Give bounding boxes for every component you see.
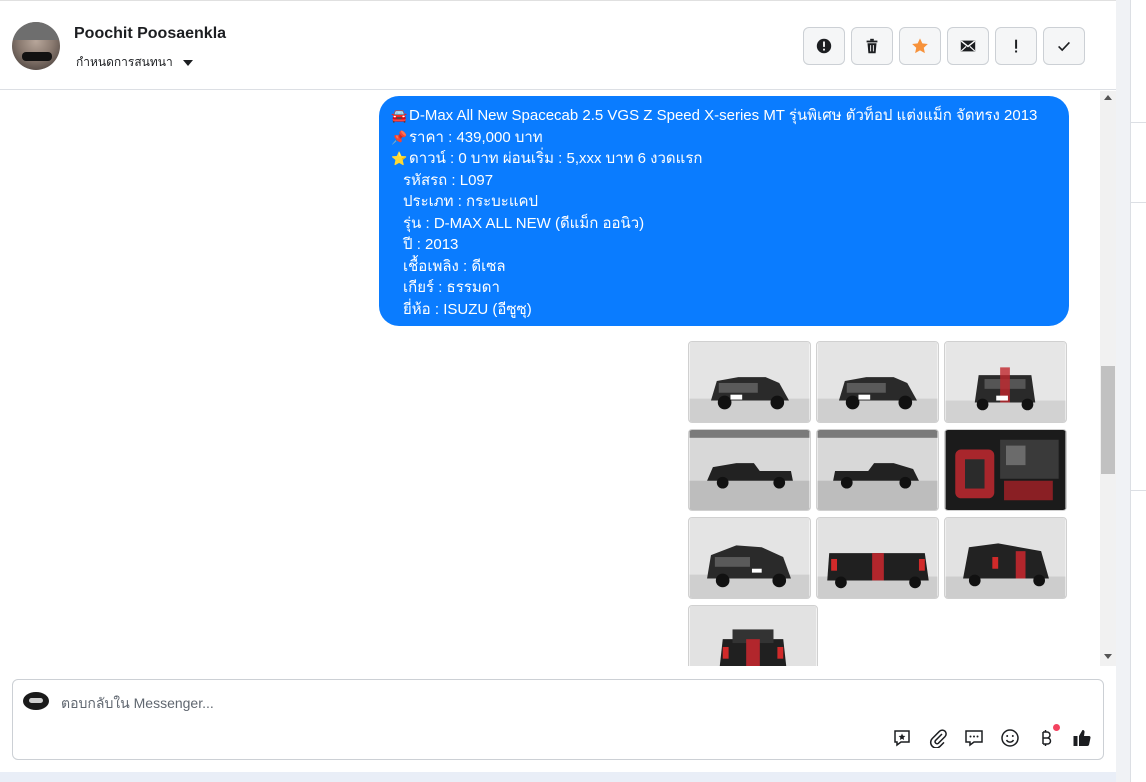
star-icon: ⭐: [391, 151, 408, 166]
thumbs-up-icon: [1073, 730, 1091, 746]
emoji-icon: [1001, 729, 1019, 747]
emoji-button[interactable]: [999, 727, 1021, 749]
quick-replies-button[interactable]: [963, 727, 985, 749]
car-photo[interactable]: [944, 429, 1067, 511]
mail-icon: [960, 40, 976, 52]
baht-payment-icon: [1042, 730, 1052, 746]
scrollbar-thumb[interactable]: [1101, 366, 1115, 474]
attachment-button[interactable]: [927, 727, 949, 749]
car-photo[interactable]: [944, 517, 1067, 599]
report-spam-button[interactable]: [803, 27, 845, 65]
conversation-settings-label: กำหนดการสนทนา: [76, 55, 173, 69]
caret-down-icon: [182, 59, 193, 66]
payment-button[interactable]: [1035, 724, 1060, 749]
inbox-conversation-panel: Poochit Poosaenkla กำหนดการสนทนา 🚘 D-Max…: [0, 0, 1116, 772]
saved-reply-button[interactable]: [891, 727, 913, 749]
right-side-panel: [1116, 0, 1146, 782]
alert-circle-icon: [816, 38, 832, 54]
reply-composer: [12, 679, 1104, 760]
star-icon: [912, 38, 928, 54]
message-bubble[interactable]: 🚘 D-Max All New Spacecab 2.5 VGS Z Speed …: [379, 96, 1069, 326]
reply-input[interactable]: [61, 692, 861, 714]
car-photo[interactable]: [688, 341, 811, 423]
composer-toolbar: [891, 724, 1093, 749]
saved-reply-icon: [894, 730, 910, 747]
car-photo[interactable]: [816, 429, 939, 511]
delete-button[interactable]: [851, 27, 893, 65]
car-photo[interactable]: [688, 429, 811, 511]
message-car-model: รุ่น : D-MAX ALL NEW (ดีแม็ก ออนิว): [403, 214, 645, 232]
scroll-down-arrow-icon[interactable]: [1104, 654, 1112, 659]
message-car-type: ประเภท : กระบะแคป: [403, 193, 539, 210]
customer-details-panel: [1130, 0, 1146, 782]
mark-done-button[interactable]: [1043, 27, 1085, 65]
message-price: ราคา : 439,000 บาท: [409, 128, 543, 146]
conversation-actions: [803, 27, 1085, 65]
check-icon: [1058, 41, 1070, 52]
star-button[interactable]: [899, 27, 941, 65]
message-title: D-Max All New Spacecab 2.5 VGS Z Speed X…: [409, 107, 1038, 124]
exclamation-icon: [1015, 39, 1018, 53]
contact-name[interactable]: Poochit Poosaenkla: [74, 25, 226, 43]
like-button[interactable]: [1071, 727, 1093, 749]
message-car-gear: เกียร์ : ธรรมดา: [403, 279, 500, 296]
message-down-payment: ดาวน์ : 0 บาท ผ่อนเริ่ม : 5,xxx บาท 6 งว…: [409, 150, 703, 167]
car-photo[interactable]: [944, 341, 1067, 423]
car-icon: 🚘: [391, 108, 408, 123]
message-car-year: ปี : 2013: [403, 236, 459, 253]
attachment-icon: [929, 729, 947, 748]
pin-icon: 📌: [391, 129, 408, 145]
car-photo[interactable]: [688, 605, 818, 666]
thread-scrollbar[interactable]: [1100, 91, 1116, 666]
car-photo[interactable]: [816, 517, 939, 599]
follow-up-button[interactable]: [995, 27, 1037, 65]
message-thread[interactable]: 🚘 D-Max All New Spacecab 2.5 VGS Z Speed …: [0, 91, 1100, 666]
contact-avatar[interactable]: [12, 22, 60, 70]
bottom-strip: [0, 772, 1116, 782]
notification-dot: [1053, 724, 1060, 731]
mark-unread-button[interactable]: [947, 27, 989, 65]
page-avatar: [23, 692, 49, 710]
car-photo[interactable]: [688, 517, 811, 599]
scroll-up-arrow-icon[interactable]: [1104, 95, 1112, 100]
car-photo[interactable]: [816, 341, 939, 423]
photo-grid: [688, 341, 1070, 666]
conversation-settings-dropdown[interactable]: กำหนดการสนทนา: [76, 53, 193, 72]
trash-icon: [866, 38, 878, 54]
conversation-header: Poochit Poosaenkla กำหนดการสนทนา: [0, 0, 1116, 90]
message-car-brand: ยี่ห้อ : ISUZU (อีซูซุ): [403, 300, 532, 318]
message-car-code: รหัสรถ : L097: [403, 171, 494, 189]
chat-bubble-icon: [965, 730, 983, 747]
message-car-fuel: เชื้อเพลิง : ดีเซล: [403, 257, 506, 275]
